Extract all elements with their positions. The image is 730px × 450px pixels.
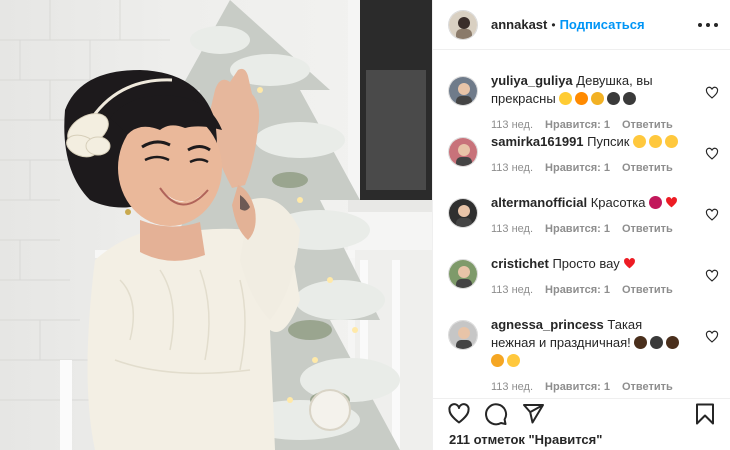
comment-like-heart-icon[interactable] (705, 86, 719, 100)
reply-button[interactable]: Ответить (622, 223, 673, 235)
reply-button[interactable]: Ответить (622, 119, 673, 131)
comment-meta: 113 нед. Нравится: 1 Ответить (491, 162, 697, 174)
comment-text-line: altermanofficial Красотка (491, 194, 687, 212)
comment-meta: 113 нед. Нравится: 1 Ответить (491, 381, 697, 393)
comment-like-heart-icon[interactable] (705, 208, 719, 222)
header-separator: • (551, 17, 556, 32)
comment-like-heart-icon[interactable] (705, 330, 719, 344)
sparkling-face-emoji-icon (650, 336, 664, 349)
follow-button[interactable]: Подписаться (560, 17, 645, 32)
comment-text-line: agnessa_princess Такая нежная и празднич… (491, 316, 687, 370)
reply-button[interactable]: Ответить (622, 284, 673, 296)
bookmark-icon[interactable] (693, 402, 717, 426)
comment-like-heart-icon[interactable] (705, 269, 719, 283)
sparkling-face-emoji-icon (623, 92, 637, 105)
post-header: annakast • Подписаться (433, 0, 730, 50)
comment-text-line: yuliya_guliya Девушка, вы прекрасны (491, 72, 687, 108)
comments-list: yuliya_guliya Девушка, вы прекрасны 113 … (433, 72, 730, 394)
more-options-icon[interactable] (698, 17, 718, 33)
heart-outline-icon[interactable] (447, 402, 471, 426)
collision-emoji-icon (575, 92, 589, 105)
comment-item: yuliya_guliya Девушка, вы прекрасны 113 … (433, 72, 730, 131)
red-heart-emoji-icon (624, 258, 636, 269)
comment-age: 113 нед. (491, 223, 534, 235)
comment-age: 113 нед. (491, 119, 534, 131)
comment-likes[interactable]: Нравится: 1 (545, 119, 610, 131)
comment-username[interactable]: cristichet (491, 256, 549, 271)
commenter-avatar[interactable] (448, 320, 478, 350)
comment-age: 113 нед. (491, 381, 534, 393)
comment-like-heart-icon[interactable] (705, 147, 719, 161)
post-side-panel: annakast • Подписаться yuliya_guliya Дев… (432, 0, 730, 450)
sparkling-face-emoji-icon (607, 92, 621, 105)
commenter-avatar[interactable] (448, 198, 478, 228)
commenter-avatar[interactable] (448, 259, 478, 289)
comment-age: 113 нед. (491, 162, 534, 174)
face-savoring-emoji-icon (633, 135, 647, 148)
comment-username[interactable]: yuliya_guliya (491, 73, 573, 88)
comment-item: agnessa_princess Такая нежная и празднич… (433, 316, 730, 393)
comment-body: cristichet Просто вау 113 нед. Нравится: … (491, 255, 697, 305)
comment-likes[interactable]: Нравится: 1 (545, 381, 610, 393)
heart-eyes-cat-emoji-icon (491, 354, 504, 367)
comment-text: Красотка (590, 195, 646, 210)
comment-likes[interactable]: Нравится: 1 (545, 223, 610, 235)
comment-username[interactable]: samirka161991 (491, 134, 584, 149)
sparkles-emoji-icon (634, 336, 648, 349)
reply-button[interactable]: Ответить (622, 381, 673, 393)
post-photo[interactable] (0, 0, 432, 450)
comment-text: Просто вау (552, 256, 620, 271)
comment-item: samirka161991 Пупсик 113 нед. Нравится: 1… (433, 133, 730, 183)
comment-text-line: samirka161991 Пупсик (491, 133, 687, 151)
sparkles-emoji-icon (666, 336, 680, 349)
blush-emoji-icon (507, 354, 520, 367)
red-heart-emoji-icon (666, 197, 678, 208)
commenter-avatar[interactable] (448, 137, 478, 167)
comment-meta: 113 нед. Нравится: 1 Ответить (491, 223, 697, 235)
comment-username[interactable]: agnessa_princess (491, 317, 604, 332)
smiling-devil-emoji-icon (649, 196, 663, 209)
paper-plane-icon[interactable] (521, 402, 545, 426)
reply-button[interactable]: Ответить (622, 162, 673, 174)
comment-item: cristichet Просто вау 113 нед. Нравится: … (433, 255, 730, 305)
comment-meta: 113 нед. Нравится: 1 Ответить (491, 284, 697, 296)
face-blowing-kiss-emoji-icon (649, 135, 663, 148)
heart-eyes-emoji-icon (665, 135, 679, 148)
comment-body: altermanofficial Красотка 113 нед. Нравит… (491, 194, 697, 244)
author-username[interactable]: annakast (491, 17, 547, 32)
speech-bubble-icon[interactable] (484, 402, 508, 426)
photo-illustration (0, 0, 432, 450)
commenter-avatar[interactable] (448, 76, 478, 106)
comment-body: samirka161991 Пупсик 113 нед. Нравится: 1… (491, 133, 697, 183)
comment-item: altermanofficial Красотка 113 нед. Нравит… (433, 194, 730, 244)
comment-meta: 113 нед. Нравится: 1 Ответить (491, 119, 697, 131)
post-actions-bar (433, 398, 730, 428)
author-avatar[interactable] (448, 9, 478, 40)
comment-username[interactable]: altermanofficial (491, 195, 587, 210)
comment-text-line: cristichet Просто вау (491, 255, 687, 273)
comment-age: 113 нед. (491, 284, 534, 296)
comment-body: yuliya_guliya Девушка, вы прекрасны 113 … (491, 72, 697, 131)
comment-likes[interactable]: Нравится: 1 (545, 162, 610, 174)
comment-text: Пупсик (587, 134, 630, 149)
comment-likes[interactable]: Нравится: 1 (545, 284, 610, 296)
grinning-heart-eyes-emoji-icon (559, 92, 573, 105)
likes-count[interactable]: 211 отметок "Нравится" (449, 432, 602, 447)
party-popper-emoji-icon (591, 92, 605, 105)
comment-body: agnessa_princess Такая нежная и празднич… (491, 316, 697, 393)
